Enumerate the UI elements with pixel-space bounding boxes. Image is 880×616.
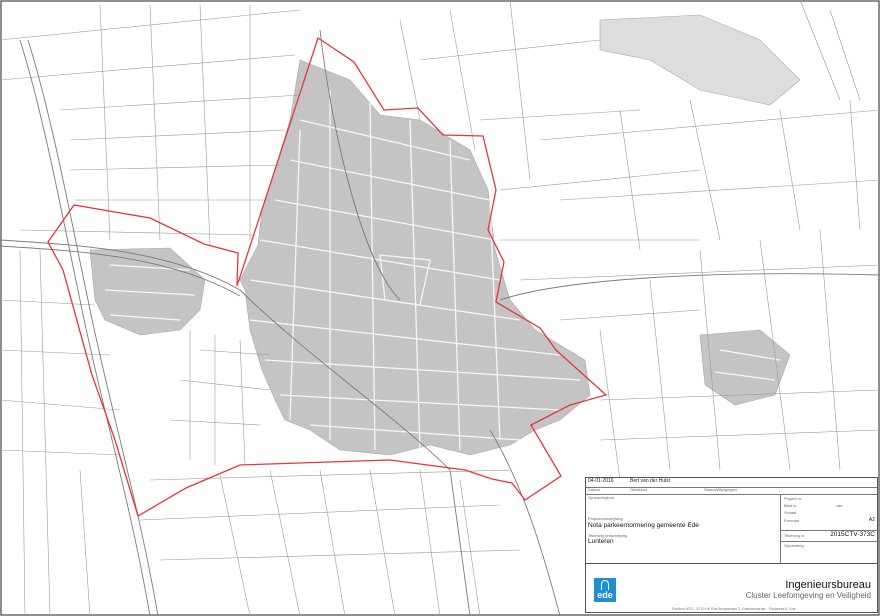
- date-value: 04-01-2016: [588, 478, 614, 484]
- drawing-nr-label: Tekening nr.: [784, 533, 806, 538]
- notes-label: Opmerking: [784, 543, 804, 548]
- title-block: 04-01-2016 Bert van der Hulst Datum Gete…: [585, 477, 879, 613]
- ede-logo: ede: [594, 578, 616, 602]
- check-label: Status/Wijzigingen: [704, 487, 737, 492]
- format-value: A2: [868, 517, 875, 523]
- drawing-value: Lunteren: [588, 538, 614, 545]
- brand-subtitle: Cluster Leefomgeving en Veiligheid: [745, 591, 871, 600]
- meta-column: Project nr. Blad nr. van Schaal Formaat …: [780, 494, 879, 563]
- project-nr-label: Project nr.: [784, 496, 803, 501]
- author-value: Bert van der Hulst: [630, 478, 671, 484]
- project-value: Nota parkeernormering gemeente Ede: [588, 522, 699, 529]
- map-sheet: 04-01-2016 Bert van der Hulst Datum Gete…: [0, 0, 880, 616]
- brand-title: Ingenieursbureau: [785, 579, 871, 591]
- sheet-nr-label: Blad nr.: [784, 503, 798, 508]
- sheet-nr-value: van: [836, 503, 843, 508]
- date-label: Datum: [588, 487, 600, 492]
- drawing-nr-value: 2015CTV-373C: [830, 531, 875, 538]
- format-label: Formaat: [784, 518, 799, 523]
- footer-address: Postbus 9022 - 6710 HK Ede Bergsebaan 2,…: [672, 607, 796, 611]
- client-label: Opdrachtgever: [588, 495, 615, 500]
- logo-symbol-icon: [601, 580, 609, 590]
- drawn-label: Getekend: [630, 487, 648, 492]
- scale-label: Schaal: [784, 510, 797, 515]
- logo-text: ede: [597, 590, 613, 600]
